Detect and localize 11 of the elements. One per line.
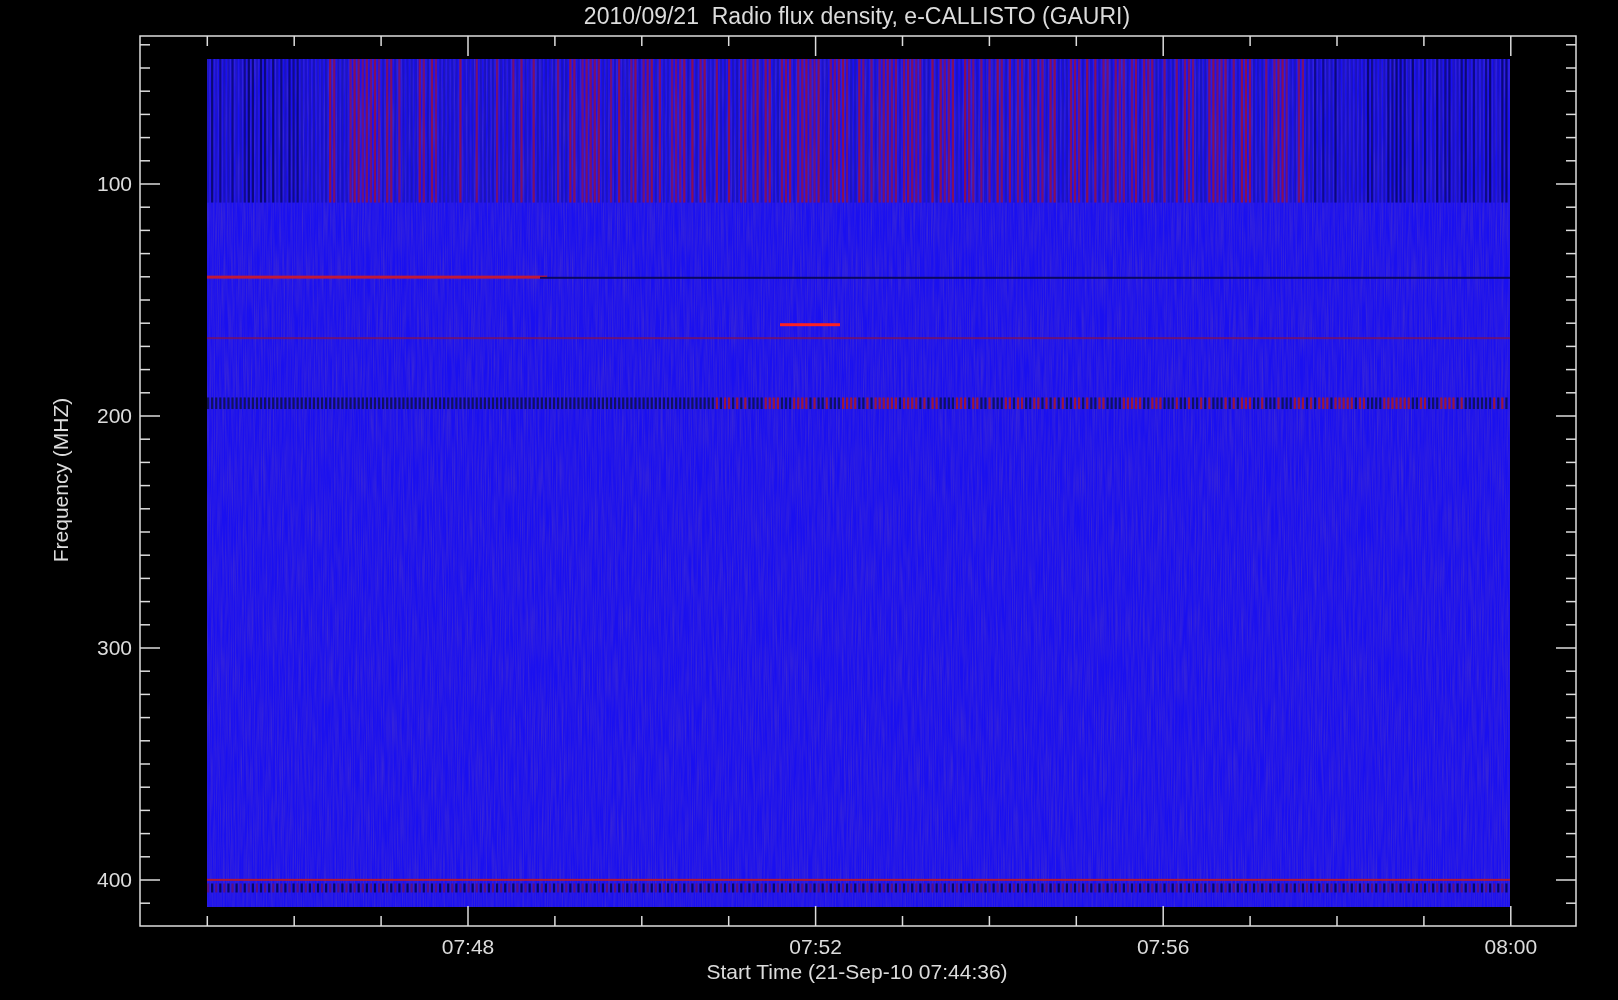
x-tick-label: 07:56 <box>1136 935 1190 958</box>
x-tick-label: 08:00 <box>1484 935 1538 958</box>
chart-title: 2010/09/21 Radio flux density, e-CALLISTO (GAURI) <box>583 3 1131 29</box>
y-tick-label: 400 <box>96 868 132 891</box>
x-tick-label: 07:48 <box>441 935 495 958</box>
y-tick-label: 300 <box>96 636 132 659</box>
y-tick-label: 100 <box>96 172 132 195</box>
x-axis-label: Start Time (21-Sep-10 07:44:36) <box>706 960 1008 983</box>
y-tick-label: 200 <box>96 404 132 427</box>
y-axis-label: Frequency (MHZ) <box>49 397 72 563</box>
x-tick-label: 07:52 <box>789 935 842 958</box>
